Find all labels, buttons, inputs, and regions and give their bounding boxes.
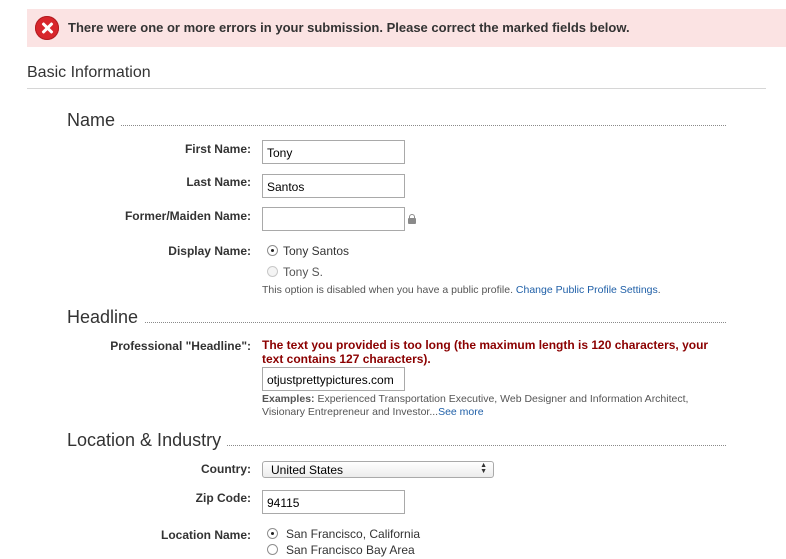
select-arrows-icon: ▲ ▼ bbox=[480, 462, 487, 475]
display-name-help-text: This option is disabled when you have a … bbox=[262, 284, 513, 296]
radio-button[interactable] bbox=[267, 544, 278, 555]
help-period: . bbox=[657, 284, 661, 296]
examples-text-2: Visionary Entrepreneur and Investor... bbox=[262, 406, 439, 418]
first-name-label: First Name: bbox=[184, 142, 251, 156]
location-name-label: Location Name: bbox=[160, 528, 251, 542]
public-profile-settings-link[interactable]: Change Public Profile Settings bbox=[516, 284, 658, 296]
zip-code-input[interactable]: 94115 bbox=[262, 490, 405, 514]
former-name-input[interactable] bbox=[262, 207, 405, 231]
location-option-label: San Francisco Bay Area bbox=[286, 543, 415, 557]
headline-group-header: Headline bbox=[67, 307, 726, 331]
location-option-label: San Francisco, California bbox=[286, 527, 421, 541]
section-divider bbox=[27, 88, 766, 89]
lock-icon bbox=[408, 214, 416, 224]
examples-label: Examples: bbox=[262, 393, 315, 405]
see-more-link[interactable]: See more bbox=[438, 406, 484, 418]
display-name-help: This option is disabled when you have a … bbox=[262, 284, 661, 296]
name-group-header: Name bbox=[67, 110, 726, 134]
radio-button-selected[interactable] bbox=[267, 528, 278, 539]
country-label: Country: bbox=[201, 462, 251, 476]
headline-label: Professional "Headline": bbox=[110, 339, 251, 353]
error-message: There were one or more errors in your su… bbox=[68, 20, 630, 35]
headline-examples-line2: Visionary Entrepreneur and Investor...Se… bbox=[262, 406, 484, 418]
error-banner: There were one or more errors in your su… bbox=[27, 9, 786, 47]
location-group-header: Location & Industry bbox=[67, 430, 726, 454]
display-name-label: Display Name: bbox=[168, 244, 251, 258]
location-group-title: Location & Industry bbox=[67, 430, 228, 450]
country-selected-value: United States bbox=[271, 463, 344, 477]
radio-button-selected[interactable] bbox=[267, 245, 278, 256]
former-name-label: Former/Maiden Name: bbox=[124, 209, 251, 223]
headline-examples: Examples: Experienced Transportation Exe… bbox=[262, 393, 688, 405]
dotted-divider bbox=[67, 322, 726, 323]
radio-button-disabled[interactable] bbox=[267, 266, 278, 277]
first-name-input[interactable]: Tony bbox=[262, 140, 405, 164]
display-name-option-label: Tony Santos bbox=[283, 244, 350, 258]
last-name-label: Last Name: bbox=[186, 175, 251, 189]
headline-input[interactable]: otjustprettypictures.com bbox=[262, 367, 405, 391]
headline-error: The text you provided is too long (the m… bbox=[262, 338, 709, 366]
headline-group-title: Headline bbox=[67, 307, 145, 327]
error-icon bbox=[35, 16, 59, 40]
country-select[interactable]: United States ▲ ▼ bbox=[262, 461, 494, 478]
dotted-divider bbox=[67, 125, 726, 126]
last-name-input[interactable]: Santos bbox=[262, 174, 405, 198]
zip-code-label: Zip Code: bbox=[195, 491, 251, 505]
display-name-option-label: Tony S. bbox=[283, 265, 324, 279]
examples-text: Experienced Transportation Executive, We… bbox=[314, 393, 689, 405]
section-title: Basic Information bbox=[27, 64, 151, 81]
name-group-title: Name bbox=[67, 110, 122, 130]
